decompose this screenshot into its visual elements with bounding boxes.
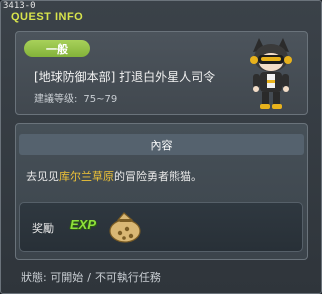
desc-suffix: 的冒险勇者熊猫。 <box>114 170 202 183</box>
desc-location-link[interactable]: 库尔兰草原 <box>59 170 114 183</box>
recommended-level: 建議等级: 75~79 <box>34 90 117 105</box>
status-label: 狀態: <box>21 271 47 284</box>
status-separator: / <box>87 271 91 284</box>
level-label: 建議等级: <box>34 94 78 105</box>
window-title: QUEST INFO <box>11 11 84 23</box>
status-value: 可開始 <box>50 271 84 284</box>
money-bag-icon[interactable] <box>104 208 144 244</box>
quest-id: 3413-0 <box>3 1 36 11</box>
quest-status: 狀態: 可開始 / 不可執行任務 <box>21 269 161 285</box>
quest-info-window: 3413-0 QUEST INFO 一般 [地球防御本部] 打退白外星人司令 建… <box>0 0 322 294</box>
quest-name: [地球防御本部] 打退白外星人司令 <box>34 70 216 84</box>
reward-box: 奖勵 EXP <box>19 202 303 252</box>
content-header: 內容 <box>19 134 304 155</box>
quest-detail-panel: 內容 去见见库尔兰草原的冒险勇者熊猫。 奖勵 EXP <box>15 123 308 260</box>
category-badge: 一般 <box>24 40 90 57</box>
status-note: 不可執行任務 <box>94 271 161 284</box>
quest-summary-panel: 一般 [地球防御本部] 打退白外星人司令 建議等级: 75~79 <box>15 31 308 115</box>
reward-label: 奖勵 <box>32 222 54 235</box>
desc-prefix: 去见见 <box>26 170 59 183</box>
exp-icon: EXP <box>70 217 97 232</box>
level-range: 75~79 <box>83 94 118 105</box>
quest-description: 去见见库尔兰草原的冒险勇者熊猫。 <box>26 168 202 184</box>
npc-portrait <box>250 38 292 109</box>
